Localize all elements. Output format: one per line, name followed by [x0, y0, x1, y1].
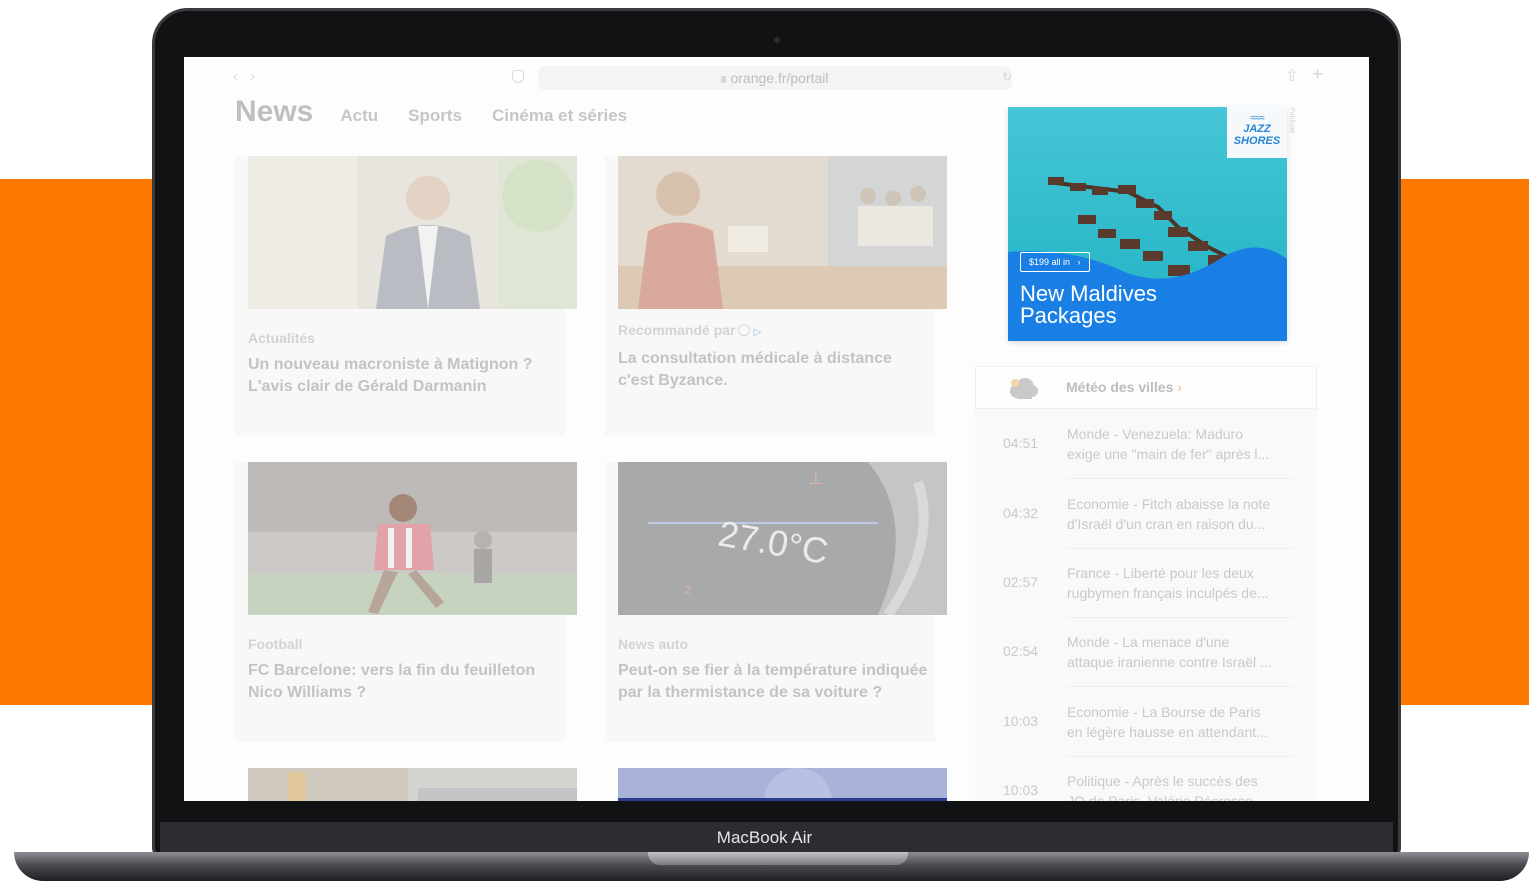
browser-toolbar: ‹› orange.fr/portail ↻ ⇧ + — [184, 57, 1369, 99]
wave-icon: ≈≈≈ — [1250, 113, 1264, 124]
news-card[interactable]: Football FC Barcelone: vers la fin du fe… — [235, 462, 577, 742]
page-title: News — [235, 95, 314, 128]
svg-text:⊥: ⊥ — [808, 468, 824, 488]
lock-icon — [721, 76, 727, 83]
feed-item-text: Economie - Fitch abaisse la note d'Israël… — [1067, 496, 1271, 532]
news-card-image — [248, 462, 577, 615]
privacy-shield-icon[interactable] — [512, 70, 524, 83]
outbrain-logo-icon — [738, 324, 751, 336]
feed-item[interactable]: 02:57 France - Liberté pour les deux rugb… — [975, 548, 1317, 618]
news-card-category: News auto — [618, 636, 689, 652]
weather-cloud-icon — [1010, 378, 1038, 399]
feed-item-time: 04:51 — [1003, 435, 1039, 451]
feed-item[interactable]: 10:03 Politique - Après le succès des JO … — [975, 756, 1317, 801]
tab-actu[interactable]: Actu — [340, 106, 378, 126]
address-bar[interactable]: orange.fr/portail — [538, 66, 1012, 90]
news-card[interactable] — [605, 768, 947, 801]
feed-item-text: France - Liberté pour les deux rugbymen f… — [1067, 565, 1269, 601]
feed-item-text: Monde - La menace d'une attaque iranienne… — [1067, 634, 1272, 670]
feed-item-time: 02:54 — [1003, 643, 1039, 659]
address-url: orange.fr/portail — [730, 70, 829, 86]
weather-widget-header[interactable]: Météo des villes › — [975, 366, 1317, 409]
recommended-label: Recommandé par — [618, 322, 736, 338]
news-card-image: 27.0°C ⊥ 2 — [618, 462, 947, 615]
device-model-label: MacBook Air — [716, 828, 813, 847]
feed-item-time: 10:03 — [1003, 782, 1039, 798]
news-card[interactable] — [235, 768, 577, 801]
feed-item-time: 02:57 — [1003, 574, 1039, 590]
chevron-left-icon[interactable]: ‹ — [233, 68, 250, 85]
news-header: News Actu Sports Cinéma et séries — [235, 95, 657, 129]
share-icon[interactable]: ⇧ — [1285, 66, 1298, 86]
news-card-image — [248, 768, 577, 801]
news-card-headline[interactable]: La consultation médicale à distance c'es… — [618, 348, 928, 392]
camera-icon — [774, 37, 780, 43]
news-card-image — [248, 156, 577, 309]
feed-item-time: 04:32 — [1003, 505, 1039, 521]
weather-widget-label: Météo des villes — [1066, 379, 1174, 395]
news-card[interactable]: Actualités Un nouveau macroniste à Matig… — [235, 156, 577, 436]
feed-item-text: Politique - Après le succès des JO de Par… — [1067, 773, 1265, 801]
laptop-hinge-notch — [648, 852, 908, 865]
tab-sports[interactable]: Sports — [408, 106, 462, 126]
news-card-headline[interactable]: FC Barcelone: vers la fin du feuilleton … — [248, 660, 558, 704]
news-card-image — [618, 156, 947, 309]
adchoices-icon[interactable]: ▷ — [753, 327, 761, 338]
news-card-headline[interactable]: Un nouveau macroniste à Matignon ? L'avi… — [248, 354, 558, 398]
feed-item[interactable]: 04:32 Economie - Fitch abaisse la note d'… — [975, 479, 1317, 549]
feed-item-text: Economie - La Bourse de Paris en légère h… — [1067, 704, 1268, 740]
advertisement-banner[interactable]: ≈≈≈ JAZZ SHORES $199 all in › New Maldiv… — [1008, 107, 1287, 341]
browser-screen: ‹› orange.fr/portail ↻ ⇧ + News Actu Spo… — [184, 57, 1369, 801]
feed-item[interactable]: 10:03 Economie - La Bourse de Paris en lé… — [975, 687, 1317, 757]
news-card[interactable]: Recommandé par ▷ La consultation médicale… — [605, 156, 947, 436]
ad-side-label: Publicité — [1288, 107, 1295, 134]
news-card-headline[interactable]: Peut-on se fier à la température indiqué… — [618, 660, 928, 704]
chevron-right-icon: › — [1177, 379, 1183, 395]
svg-text:2: 2 — [684, 583, 691, 597]
news-card-category: Recommandé par ▷ — [618, 322, 761, 338]
ad-headline: New Maldives Packages — [1020, 281, 1157, 328]
feed-item[interactable]: 04:51 Monde - Venezuela: Maduro exige une… — [975, 409, 1317, 479]
feed-item[interactable]: 02:54 Monde - La menace d'une attaque ira… — [975, 617, 1317, 687]
ad-brand-logo: ≈≈≈ JAZZ SHORES — [1227, 107, 1287, 158]
tab-cinema-series[interactable]: Cinéma et séries — [492, 106, 627, 126]
news-card-category: Football — [248, 636, 303, 652]
latest-news-feed: 04:51 Monde - Venezuela: Maduro exige une… — [975, 409, 1317, 801]
ad-price-button[interactable]: $199 all in › — [1020, 252, 1090, 272]
feed-item-time: 10:03 — [1003, 713, 1039, 729]
reload-icon[interactable]: ↻ — [1002, 70, 1012, 84]
chevron-right-icon[interactable]: › — [250, 68, 267, 85]
news-card-category: Actualités — [248, 330, 315, 346]
new-tab-icon[interactable]: + — [1312, 64, 1323, 86]
news-card-image — [618, 768, 947, 801]
news-card[interactable]: 27.0°C ⊥ 2 News auto Peut-on se fier à l… — [605, 462, 947, 742]
feed-item-text: Monde - Venezuela: Maduro exige une "main… — [1067, 426, 1270, 462]
browser-nav-arrows: ‹› — [233, 68, 267, 85]
